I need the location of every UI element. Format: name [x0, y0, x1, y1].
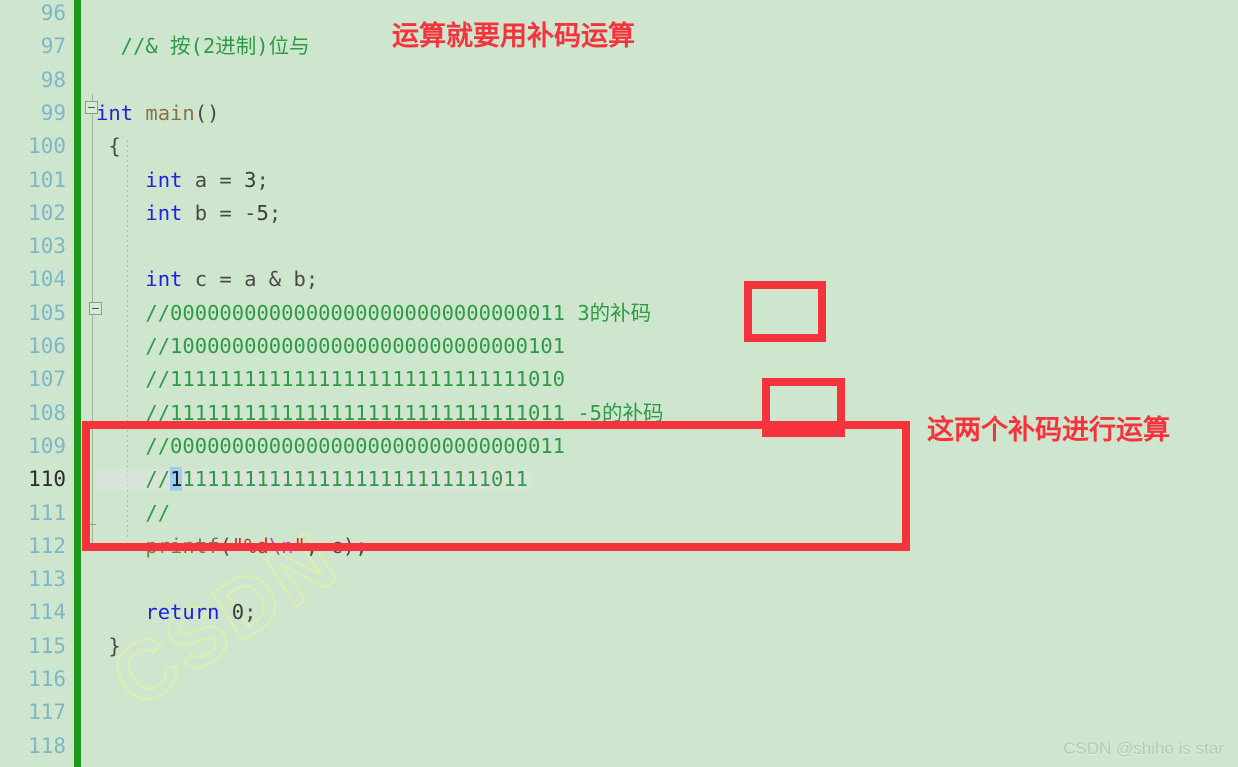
- code-line[interactable]: [96, 236, 108, 257]
- code-line[interactable]: //00000000000000000000000000000011 3的补码: [96, 300, 652, 325]
- code-token: int: [96, 100, 146, 125]
- code-token: }: [96, 633, 121, 658]
- line-number: 109: [28, 433, 66, 458]
- code-line[interactable]: [96, 569, 108, 590]
- code-token: 3: [244, 167, 257, 192]
- line-number-gutter: 96 97 98 99 100 101 102 103 104 105 106 107 108 109 11…: [0, 0, 72, 767]
- code-token: 5: [256, 200, 269, 225]
- annotation-title-note: 运算就要用补码运算: [392, 21, 635, 51]
- line-number: 102: [28, 200, 66, 225]
- editor-screenshot: CSDN 96 97 98 99 100 101 102 103 104 105 106 107 108…: [0, 0, 1238, 767]
- code-line[interactable]: int c = a & b;: [96, 269, 318, 290]
- line-number: 104: [28, 267, 66, 292]
- code-line[interactable]: int b = -5;: [96, 200, 282, 225]
- line-number: 111: [28, 500, 66, 525]
- annotation-side-note: 这两个补码进行运算: [927, 415, 1170, 445]
- code-line[interactable]: int a = 3;: [96, 167, 269, 192]
- code-line[interactable]: int main(): [96, 100, 220, 125]
- code-token: return: [145, 600, 220, 625]
- line-number: 107: [28, 367, 66, 392]
- code-token: int: [145, 167, 183, 192]
- code-line[interactable]: [96, 70, 108, 91]
- code-token: b = -: [182, 200, 257, 225]
- code-token: (): [194, 100, 220, 125]
- code-token: //11111111111111111111111111111010: [96, 367, 565, 392]
- code-line[interactable]: [96, 736, 108, 757]
- code-text-area[interactable]: //& 按(2进制)位与 int main() { int a = 3; int…: [96, 0, 1238, 767]
- code-line[interactable]: {: [96, 134, 121, 159]
- line-number: 105: [28, 300, 66, 325]
- code-token: int: [145, 267, 183, 292]
- code-token: //& 按(2进制)位与: [96, 34, 310, 59]
- line-number: 110: [28, 467, 66, 492]
- line-number: 113: [28, 567, 66, 592]
- code-token: ;: [256, 167, 269, 192]
- code-token: //00000000000000000000000000000011 3的补码: [96, 300, 652, 325]
- line-number: 117: [28, 700, 66, 725]
- line-number: 108: [28, 400, 66, 425]
- line-number: 114: [28, 600, 66, 625]
- code-token: ;: [268, 200, 282, 225]
- line-number: 98: [40, 67, 66, 92]
- code-token: int: [145, 200, 183, 225]
- code-token: ;: [244, 600, 257, 625]
- line-number: 97: [40, 34, 66, 59]
- code-token: 0: [231, 600, 245, 625]
- code-token: c = a & b;: [182, 267, 319, 292]
- code-token: {: [96, 134, 121, 159]
- code-line[interactable]: //11111111111111111111111111111010: [96, 369, 565, 390]
- line-number: 96: [40, 1, 66, 25]
- code-line[interactable]: //& 按(2进制)位与: [96, 36, 310, 57]
- code-line[interactable]: return 0;: [96, 602, 256, 623]
- line-number: 100: [28, 134, 66, 159]
- code-token: main: [145, 100, 195, 125]
- annotation-box-3-complement: [744, 281, 826, 342]
- line-number: 116: [28, 667, 66, 691]
- code-line[interactable]: [96, 3, 108, 24]
- line-number: 101: [28, 167, 66, 192]
- csdn-credit-watermark: CSDN @shiho is star: [1063, 739, 1224, 758]
- line-number: 99: [40, 100, 66, 125]
- line-number: 103: [28, 234, 66, 259]
- annotation-box-operands: [82, 421, 910, 551]
- code-line[interactable]: }: [96, 633, 121, 658]
- line-number: 112: [28, 533, 66, 558]
- code-line[interactable]: [96, 702, 108, 723]
- code-token: a =: [182, 167, 245, 192]
- line-number: 115: [28, 633, 66, 658]
- code-line[interactable]: //10000000000000000000000000000101: [96, 336, 565, 357]
- line-number: 106: [28, 334, 66, 358]
- change-indicator-bar: [74, 0, 81, 767]
- line-number: 118: [28, 733, 66, 758]
- code-line[interactable]: [96, 669, 108, 690]
- code-token: //10000000000000000000000000000101: [96, 334, 565, 358]
